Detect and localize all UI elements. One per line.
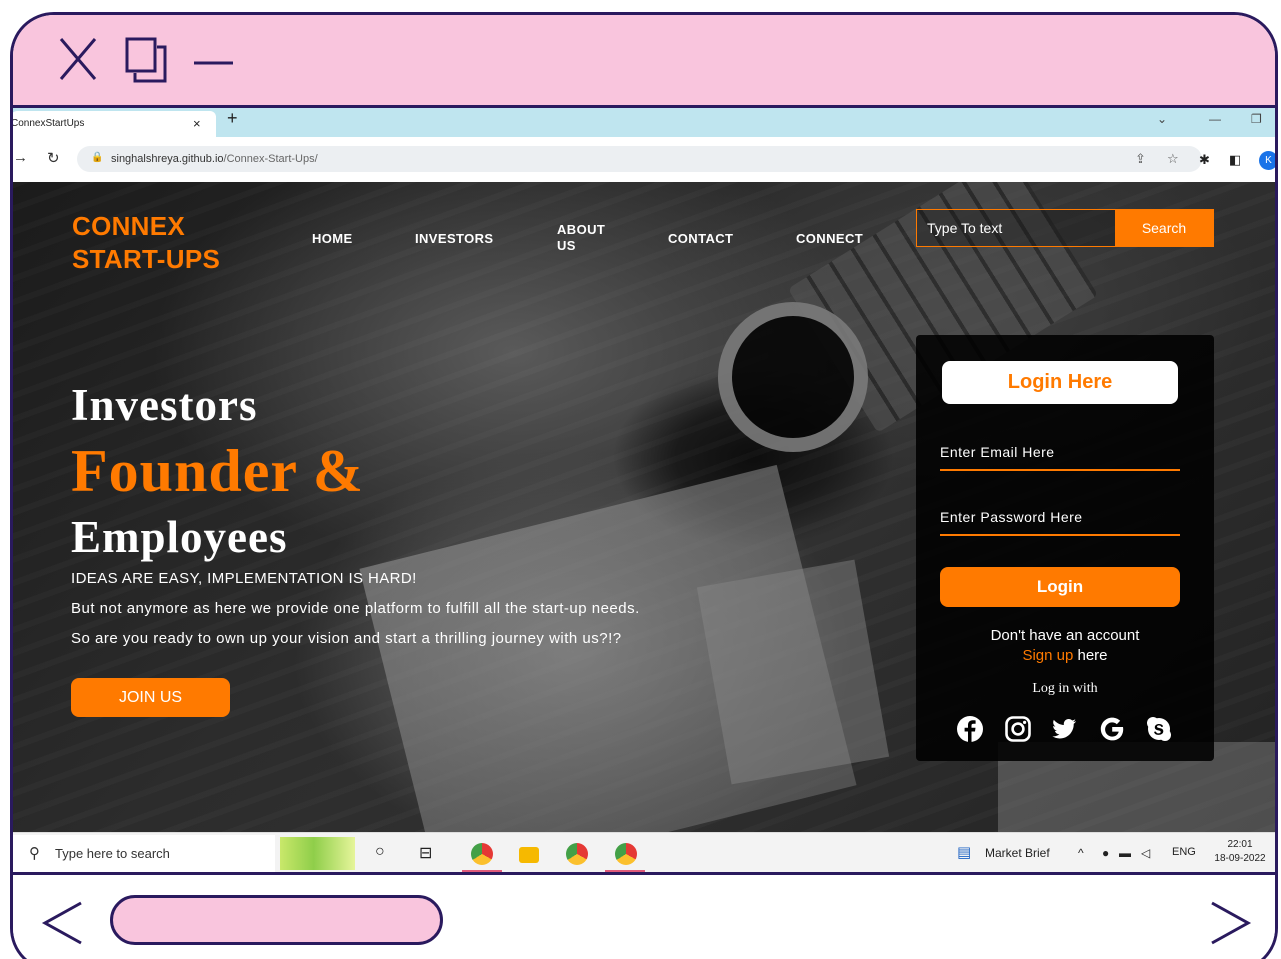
forward-arrow-icon[interactable] (1208, 899, 1252, 947)
new-tab-icon[interactable]: + (227, 108, 238, 129)
reload-icon[interactable]: ↻ (47, 149, 60, 167)
frame-address-pill[interactable] (110, 895, 443, 945)
newspaper-page-image (696, 559, 890, 785)
frame-title-bar (13, 15, 1275, 108)
url-host: singhalshreya.github.io (111, 153, 224, 165)
tab-search-icon[interactable]: ⌄ (1157, 112, 1167, 126)
taskbar-clock[interactable]: 22:01 18-09-2022 (1205, 838, 1275, 866)
browser-tab[interactable]: ConnexStartUps × (11, 111, 216, 137)
market-brief[interactable]: Market Brief (985, 846, 1050, 860)
nav-home[interactable]: HOME (312, 231, 353, 246)
logo-line2: START-UPS (72, 244, 221, 274)
site-search: Search (916, 209, 1214, 247)
tab-close-icon[interactable]: × (193, 116, 201, 131)
nav-about-line2: US (557, 238, 576, 253)
close-icon[interactable] (59, 37, 97, 81)
window-restore-icon[interactable]: ❐ (1251, 112, 1262, 126)
windows-taskbar: ⚲ Type here to search ○ ⊟ ▤ Market Brief… (13, 832, 1275, 872)
hero-tagline: IDEAS ARE EASY, IMPLEMENTATION IS HARD! (71, 570, 417, 587)
taskbar-search-box[interactable]: ⚲ Type here to search (13, 835, 275, 872)
chevron-up-icon[interactable]: ^ (1078, 846, 1084, 860)
facebook-icon[interactable] (956, 715, 984, 743)
side-panel-icon[interactable]: ◧ (1229, 152, 1241, 168)
maximize-icon[interactable] (125, 37, 167, 85)
taskbar-search-highlight-image[interactable] (280, 837, 355, 870)
site-logo[interactable]: CONNEX START-UPS (72, 210, 220, 276)
tab-title: ConnexStartUps (11, 118, 85, 129)
forward-icon[interactable]: → (13, 149, 28, 166)
volume-icon[interactable]: ◁ (1141, 846, 1150, 860)
profile-avatar[interactable]: K (1259, 151, 1275, 170)
battery-icon[interactable]: ▬ (1119, 846, 1131, 860)
login-button[interactable]: Login (940, 567, 1180, 607)
no-account-text: Don't have an account (990, 627, 1140, 644)
hero-description-2: So are you ready to own up your vision a… (71, 630, 622, 647)
hero-description-1: But not anymore as here we provide one p… (71, 600, 640, 617)
lock-icon: 🔒 (91, 152, 104, 163)
device-frame: ConnexStartUps × + ⌄ — ❐ → ↻ 🔒 singhalsh… (10, 12, 1278, 959)
share-icon[interactable]: ⇪ (1135, 151, 1146, 167)
microphone-icon[interactable]: ● (1102, 846, 1109, 860)
signup-rest: here (1073, 647, 1108, 664)
minimize-icon[interactable] (193, 37, 235, 81)
signup-line: Sign up here (916, 647, 1214, 664)
login-title: Login Here (942, 361, 1178, 404)
clock-time: 22:01 (1227, 839, 1253, 850)
taskbar-search-placeholder: Type here to search (55, 846, 170, 861)
chrome-icon[interactable] (615, 843, 637, 865)
browser-address-bar: → ↻ 🔒 singhalshreya.github.io/Connex-Sta… (13, 137, 1275, 182)
password-field[interactable] (940, 500, 1180, 536)
chrome-icon[interactable] (471, 843, 493, 865)
extensions-icon[interactable]: ✱ (1199, 152, 1210, 168)
instagram-icon[interactable] (1004, 715, 1032, 743)
chrome-icon[interactable] (566, 843, 588, 865)
join-us-button[interactable]: JOIN US (71, 678, 230, 717)
site-search-button[interactable]: Search (1115, 210, 1213, 246)
logo-line1: CONNEX (72, 211, 186, 241)
nav-about-us[interactable]: ABOUT US (557, 222, 617, 254)
url-path: /Connex-Start-Ups/ (223, 153, 318, 165)
skype-icon[interactable] (1145, 715, 1173, 743)
frame-bottom-bar (13, 872, 1275, 959)
nav-contact[interactable]: CONTACT (668, 231, 733, 246)
hero-heading-investors: Investors (71, 380, 258, 430)
search-icon: ⚲ (29, 845, 40, 862)
website-hero: CONNEX START-UPS HOME INVESTORS ABOUT US… (13, 182, 1275, 832)
login-with-text: Log in with (1032, 681, 1098, 696)
hero-heading-employees: Employees (71, 512, 288, 562)
task-view-icon[interactable]: ⊟ (419, 843, 432, 863)
hero-heading-founder: Founder & (71, 438, 364, 504)
signup-link[interactable]: Sign up (1022, 647, 1073, 664)
bookmark-star-icon[interactable]: ☆ (1167, 151, 1179, 167)
site-search-input[interactable] (917, 210, 1115, 246)
clock-date: 18-09-2022 (1214, 853, 1266, 864)
google-icon[interactable] (1098, 715, 1126, 743)
cortana-icon[interactable]: ○ (375, 843, 385, 861)
browser-tab-bar: ConnexStartUps × + ⌄ — ❐ (13, 108, 1275, 137)
file-explorer-icon[interactable] (519, 847, 539, 863)
back-arrow-icon[interactable] (41, 899, 85, 947)
language-indicator[interactable]: ENG (1172, 846, 1196, 858)
news-widget-icon[interactable]: ▤ (957, 843, 971, 861)
email-field[interactable] (940, 435, 1180, 471)
window-minimize-icon[interactable]: — (1209, 112, 1221, 126)
nav-investors[interactable]: INVESTORS (415, 231, 494, 246)
nav-connect[interactable]: CONNECT (796, 231, 863, 246)
nav-about-line1: ABOUT (557, 222, 606, 237)
login-card: Login Here Login Don't have an account S… (916, 335, 1214, 761)
url-field[interactable]: 🔒 singhalshreya.github.io/Connex-Start-U… (77, 146, 1202, 172)
twitter-icon[interactable] (1050, 715, 1078, 743)
coffee-cup-image (718, 302, 868, 452)
